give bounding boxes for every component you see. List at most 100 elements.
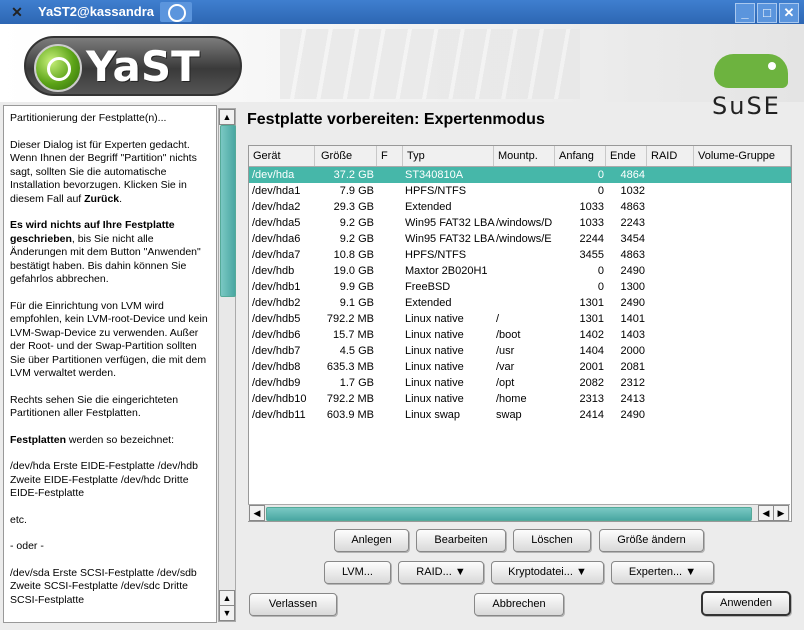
experten-menu-button[interactable]: Experten... ▼ (611, 561, 714, 584)
table-row[interactable]: /dev/hdb8 635.3 MB Linux native/var 2001 208… (249, 359, 791, 375)
table-cell: /dev/hdb (252, 265, 295, 277)
krypto-menu-button[interactable]: Kryptodatei... ▼ (491, 561, 604, 584)
suse-tab-icon[interactable] (160, 2, 192, 22)
table-cell: 792.2 MB (326, 313, 374, 325)
column-header[interactable]: Gerät (249, 146, 315, 166)
verlassen-button[interactable]: Verlassen (249, 593, 337, 616)
table-cell: /dev/hda7 (252, 249, 301, 261)
window-titlebar: ✕ YaST2@kassandra _ □ ✕ (0, 0, 804, 24)
table-cell (697, 199, 789, 215)
help-text: - oder - (10, 540, 44, 552)
table-row[interactable]: /dev/hda1 7.9 GB HPFS/NTFS 0 1032 (249, 183, 791, 199)
table-row[interactable]: /dev/hdb6 15.7 MB Linux native/boot 1402 140… (249, 327, 791, 343)
table-cell: /windows/D (496, 217, 553, 229)
table-cell (380, 359, 400, 375)
table-cell (380, 343, 400, 359)
column-header[interactable]: Größe (315, 146, 377, 166)
scroll-left-arrow-icon[interactable]: ◀ (758, 505, 774, 521)
table-cell: /windows/E (496, 233, 552, 245)
table-cell: 9.1 GB (339, 297, 374, 309)
table-row[interactable]: /dev/hdb11 603.9 MB Linux swap swap 2414 2490 (249, 407, 791, 423)
table-row[interactable]: /dev/hdb2 9.1 GB Extended 1301 2490 (249, 295, 791, 311)
maximize-button[interactable]: □ (757, 3, 777, 23)
table-row[interactable]: /dev/hdb 19.0 GB Maxtor 2B020H1 0 2490 (249, 263, 791, 279)
table-row[interactable]: /dev/hdb1 9.9 GB FreeBSD 0 1300 (249, 279, 791, 295)
x-window-icon[interactable]: ✕ (8, 3, 26, 21)
scroll-down-arrow-icon[interactable]: ▼ (219, 605, 235, 621)
table-cell (649, 295, 693, 311)
table-cell (649, 311, 693, 327)
table-cell: 9.2 GB (339, 217, 374, 229)
table-row[interactable]: /dev/hdb10 792.2 MB Linux native/home 2313 2… (249, 391, 791, 407)
help-scrollbar[interactable]: ▲ ▲ ▼ (218, 108, 236, 622)
column-header[interactable]: Mountp. (494, 146, 555, 166)
partition-table[interactable]: Gerät Größe F Typ Mountp. Anfang Ende RA… (248, 145, 792, 522)
table-cell: 9.9 GB (339, 281, 374, 293)
table-cell: 0 (597, 185, 604, 197)
column-header[interactable]: Typ (403, 146, 494, 166)
scroll-left-arrow-icon[interactable]: ◀ (249, 505, 265, 521)
table-row[interactable]: /dev/hdb5 792.2 MB Linux native / 1301 1401 (249, 311, 791, 327)
table-cell (697, 311, 789, 327)
window-title: YaST2@kassandra (38, 4, 155, 19)
help-panel: Partitionierung der Festplatte(n)... Die… (3, 105, 217, 623)
table-row[interactable]: /dev/hda7 10.8 GB HPFS/NTFS 3455 4863 (249, 247, 791, 263)
table-cell: 792.2 MB (326, 393, 374, 405)
table-cell (380, 167, 400, 183)
column-header[interactable]: Anfang (555, 146, 606, 166)
chameleon-icon (714, 54, 788, 88)
table-cell: 2490 (620, 297, 645, 309)
table-row[interactable]: /dev/hdb7 4.5 GB Linux native/usr 1404 2000 (249, 343, 791, 359)
lvm-button[interactable]: LVM... (324, 561, 391, 584)
anwenden-button[interactable]: Anwenden (701, 591, 791, 616)
table-horizontal-scrollbar[interactable]: ◀ ◀ ▶ (248, 504, 790, 521)
help-scroll-thumb[interactable] (220, 125, 236, 297)
help-text: etc. (10, 513, 27, 526)
table-cell (697, 375, 789, 391)
table-cell (697, 327, 789, 343)
table-cell: 2244 (579, 233, 604, 245)
table-cell: 603.9 MB (326, 409, 374, 421)
scroll-up-arrow-icon[interactable]: ▲ (219, 109, 235, 125)
table-cell (649, 279, 693, 295)
table-cell (649, 231, 693, 247)
minimize-button[interactable]: _ (735, 3, 755, 23)
table-header: Gerät Größe F Typ Mountp. Anfang Ende RA… (249, 146, 791, 167)
table-cell (380, 247, 400, 263)
table-cell: 2490 (620, 409, 645, 421)
abbrechen-button[interactable]: Abbrechen (474, 593, 564, 616)
raid-menu-button[interactable]: RAID... ▼ (398, 561, 484, 584)
table-row[interactable]: /dev/hda5 9.2 GB Win95 FAT32 LBA/windows/D… (249, 215, 791, 231)
column-header[interactable]: F (377, 146, 403, 166)
table-cell: 2490 (620, 265, 645, 277)
table-cell: 2312 (620, 377, 645, 389)
bearbeiten-button[interactable]: Bearbeiten (416, 529, 506, 552)
table-scroll-thumb[interactable] (266, 507, 752, 521)
loeschen-button[interactable]: Löschen (513, 529, 591, 552)
column-header[interactable]: Ende (606, 146, 647, 166)
scroll-right-arrow-icon[interactable]: ▶ (773, 505, 789, 521)
close-button[interactable]: ✕ (779, 3, 799, 23)
table-row[interactable]: /dev/hda2 29.3 GB Extended 1033 4863 (249, 199, 791, 215)
page-title: Festplatte vorbereiten: Expertenmodus (247, 111, 545, 128)
scroll-up-arrow-icon[interactable]: ▲ (219, 590, 235, 606)
table-cell: 1402 (579, 329, 604, 341)
table-cell: 3454 (620, 233, 645, 245)
table-cell: 1301 (579, 313, 604, 325)
suse-logo: SuSE (710, 52, 792, 122)
table-cell: Linux native (405, 329, 464, 341)
groesse-aendern-button[interactable]: Größe ändern (599, 529, 704, 552)
table-cell (649, 391, 693, 407)
anlegen-button[interactable]: Anlegen (334, 529, 409, 552)
table-cell: /dev/hdb8 (252, 361, 301, 373)
table-cell (649, 183, 693, 199)
table-row[interactable]: /dev/hda6 9.2 GB Win95 FAT32 LBA/windows/E… (249, 231, 791, 247)
table-row[interactable]: /dev/hdb9 1.7 GB Linux native/opt 2082 2312 (249, 375, 791, 391)
table-row[interactable]: /dev/hda 37.2 GB ST340810A 0 4864 (249, 167, 791, 183)
table-cell: 4863 (620, 201, 645, 213)
column-header[interactable]: Volume-Gruppe (694, 146, 791, 166)
table-cell (380, 375, 400, 391)
column-header[interactable]: RAID (647, 146, 694, 166)
dropdown-arrow-icon: ▼ (454, 566, 466, 578)
table-cell: 0 (597, 281, 604, 293)
